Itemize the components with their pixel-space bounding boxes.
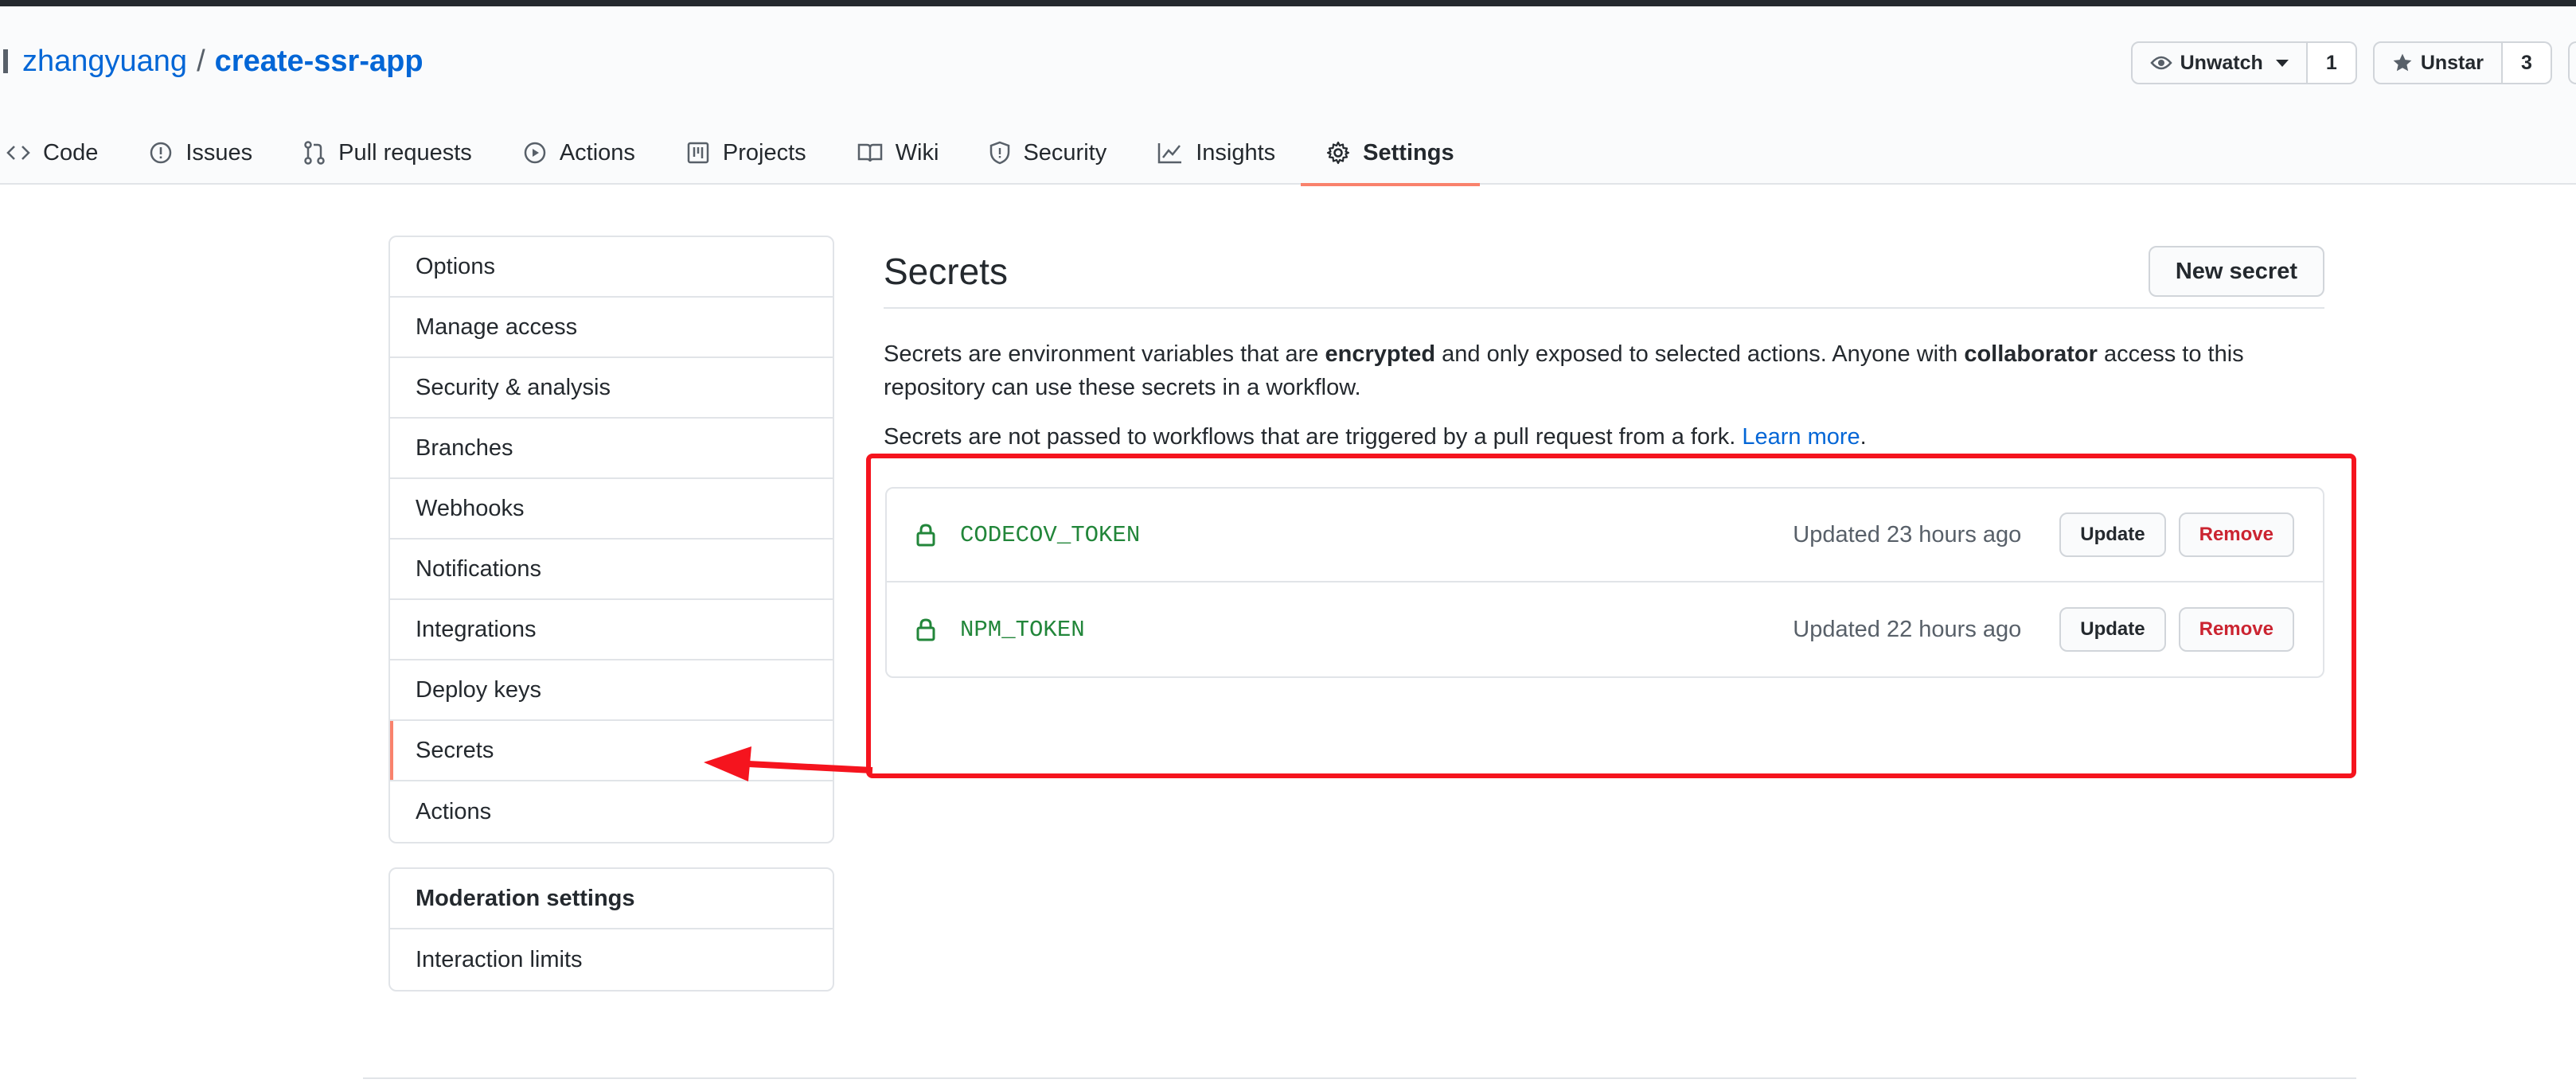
sidebar-item-interaction-limits[interactable]: Interaction limits (390, 929, 833, 990)
new-secret-button[interactable]: New secret (2148, 246, 2324, 297)
tab-projects[interactable]: Projects (661, 121, 832, 185)
tab-settings[interactable]: Settings (1301, 121, 1480, 186)
tab-wiki-label: Wiki (895, 139, 939, 166)
fork-note: Secrets are not passed to workflows that… (884, 420, 2324, 454)
sidebar-item-integrations[interactable]: Integrations (390, 600, 833, 660)
tab-actions[interactable]: Actions (498, 121, 661, 185)
pagehead-actions: Unwatch 1 Unstar 3 (2130, 41, 2576, 84)
tab-issues-label: Issues (185, 139, 253, 166)
tab-settings-label: Settings (1363, 139, 1454, 166)
repo-owner-link[interactable]: zhangyuang (22, 45, 187, 79)
unwatch-label: Unwatch (2180, 51, 2263, 74)
eye-icon (2149, 56, 2172, 70)
fork-note-text: Secrets are not passed to workflows that… (884, 424, 1743, 450)
desc-text-1: Secrets are environment variables that a… (884, 341, 1325, 367)
graph-icon (1157, 143, 1182, 164)
sidebar-item-branches[interactable]: Branches (390, 419, 833, 479)
desc-bold-encrypted: encrypted (1325, 341, 1436, 367)
tab-wiki[interactable]: Wiki (832, 121, 965, 185)
issue-opened-icon (150, 142, 172, 164)
book-icon (857, 143, 882, 162)
sidebar-item-security-analysis[interactable]: Security & analysis (390, 358, 833, 419)
shield-icon (990, 141, 1010, 165)
moderation-heading: Moderation settings (390, 869, 833, 929)
tab-insights[interactable]: Insights (1132, 121, 1301, 185)
repo-nav: Code Issues Pull requests Actions Projec… (0, 121, 1480, 186)
unstar-label: Unstar (2420, 51, 2484, 74)
annotation-highlight-box (866, 454, 2356, 778)
star-button-group: Unstar 3 (2372, 41, 2552, 84)
tab-insights-label: Insights (1196, 139, 1276, 166)
secrets-description: Secrets are environment variables that a… (884, 337, 2324, 404)
tab-pull-requests[interactable]: Pull requests (278, 121, 498, 185)
project-icon (687, 142, 709, 164)
tab-actions-label: Actions (559, 139, 635, 166)
code-icon (6, 146, 30, 160)
unstar-button[interactable]: Unstar (2372, 41, 2503, 84)
repo-separator: / (197, 44, 205, 78)
stargazers-count[interactable]: 3 (2503, 41, 2552, 84)
settings-sidebar: Options Manage access Security & analysi… (388, 236, 834, 843)
repo-header: zhangyuang / create-ssr-app Unwatch 1 Un… (0, 6, 2576, 186)
page-title: Secrets (884, 251, 1008, 292)
fork-button[interactable] (2568, 41, 2576, 84)
sidebar-item-notifications[interactable]: Notifications (390, 540, 833, 600)
gear-icon (1327, 141, 1350, 165)
secrets-main: Secrets New secret Secrets are environme… (884, 236, 2324, 454)
unwatch-button[interactable]: Unwatch (2130, 41, 2308, 84)
play-icon (524, 142, 546, 164)
repo-title: zhangyuang / create-ssr-app (3, 41, 423, 81)
caret-down-icon (2275, 59, 2289, 67)
learn-more-link[interactable]: Learn more (1742, 424, 1860, 450)
tab-code[interactable]: Code (0, 121, 123, 185)
sidebar-item-manage-access[interactable]: Manage access (390, 298, 833, 358)
git-pull-request-icon (304, 141, 325, 165)
star-icon (2393, 53, 2412, 72)
fork-note-period: . (1860, 424, 1867, 450)
tab-code-label: Code (43, 139, 99, 166)
sidebar-item-webhooks[interactable]: Webhooks (390, 479, 833, 540)
desc-bold-collaborator: collaborator (1964, 341, 2098, 367)
watchers-count[interactable]: 1 (2307, 41, 2357, 84)
top-dark-bar (0, 0, 2576, 6)
desc-text-2: and only exposed to selected actions. An… (1435, 341, 1965, 367)
tab-projects-label: Projects (722, 139, 806, 166)
sidebar-item-actions[interactable]: Actions (390, 781, 833, 842)
subhead: Secrets New secret (884, 236, 2324, 309)
footer-divider (363, 1077, 2356, 1079)
tab-pull-requests-label: Pull requests (338, 139, 472, 166)
repo-name-link[interactable]: create-ssr-app (215, 45, 423, 79)
tab-issues[interactable]: Issues (123, 121, 278, 185)
watch-button-group: Unwatch 1 (2130, 41, 2357, 84)
repo-icon (3, 49, 8, 73)
sidebar-item-deploy-keys[interactable]: Deploy keys (390, 660, 833, 721)
tab-security[interactable]: Security (964, 121, 1132, 185)
sidebar-item-secrets[interactable]: Secrets (390, 721, 833, 781)
tab-security-label: Security (1023, 139, 1107, 166)
sidebar-item-options[interactable]: Options (390, 237, 833, 298)
moderation-sidebar: Moderation settings Interaction limits (388, 867, 834, 992)
